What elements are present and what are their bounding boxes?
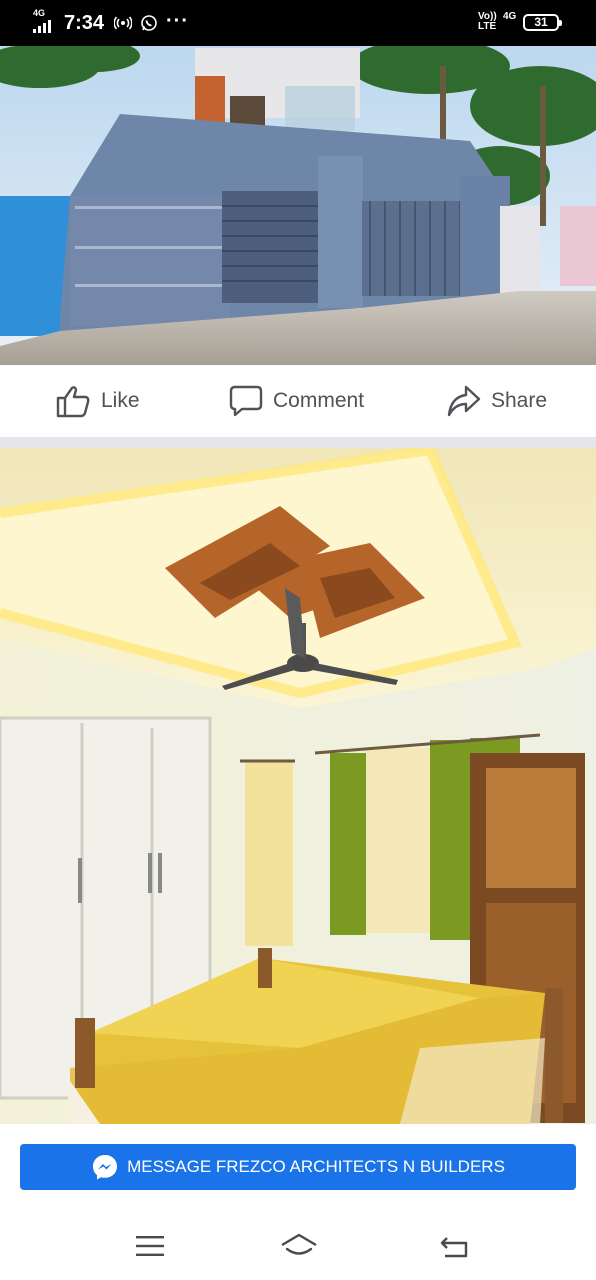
whatsapp-icon bbox=[141, 15, 157, 31]
like-label: Like bbox=[101, 389, 140, 412]
signal-icon bbox=[33, 19, 57, 33]
hotspot-icon bbox=[114, 16, 132, 30]
home-icon[interactable] bbox=[279, 1232, 319, 1260]
menu-icon[interactable] bbox=[133, 1232, 167, 1260]
share-button[interactable]: Share bbox=[447, 384, 547, 418]
divider bbox=[0, 437, 596, 448]
network-type: 4G bbox=[33, 8, 46, 18]
comment-label: Comment bbox=[273, 389, 365, 412]
messenger-icon bbox=[93, 1155, 118, 1180]
house-photo[interactable] bbox=[0, 46, 596, 365]
back-icon[interactable] bbox=[437, 1232, 471, 1260]
like-button[interactable]: Like bbox=[56, 384, 140, 418]
battery-icon: 31 bbox=[523, 14, 562, 31]
like-icon bbox=[56, 386, 90, 418]
share-label: Share bbox=[491, 389, 548, 412]
more-dots-icon: ··· bbox=[166, 10, 189, 32]
clock: 7:34 bbox=[64, 12, 105, 34]
status-bar: 4G 7:34 ··· Vo)) LTE 4G 31 bbox=[0, 0, 596, 46]
system-navigation-bar bbox=[0, 1210, 596, 1280]
comment-icon bbox=[229, 385, 263, 417]
post-action-bar: Like Comment Share bbox=[0, 365, 596, 437]
message-button-label: MESSAGE FREZCO ARCHITECTS N BUILDERS bbox=[127, 1157, 505, 1176]
bedroom-photo[interactable] bbox=[0, 448, 596, 1124]
message-business-button[interactable]: MESSAGE FREZCO ARCHITECTS N BUILDERS bbox=[20, 1144, 576, 1190]
network-type-right: 4G bbox=[503, 11, 517, 22]
share-icon bbox=[447, 385, 481, 417]
comment-button[interactable]: Comment bbox=[229, 384, 364, 418]
volte-indicator: Vo)) LTE bbox=[478, 11, 497, 32]
